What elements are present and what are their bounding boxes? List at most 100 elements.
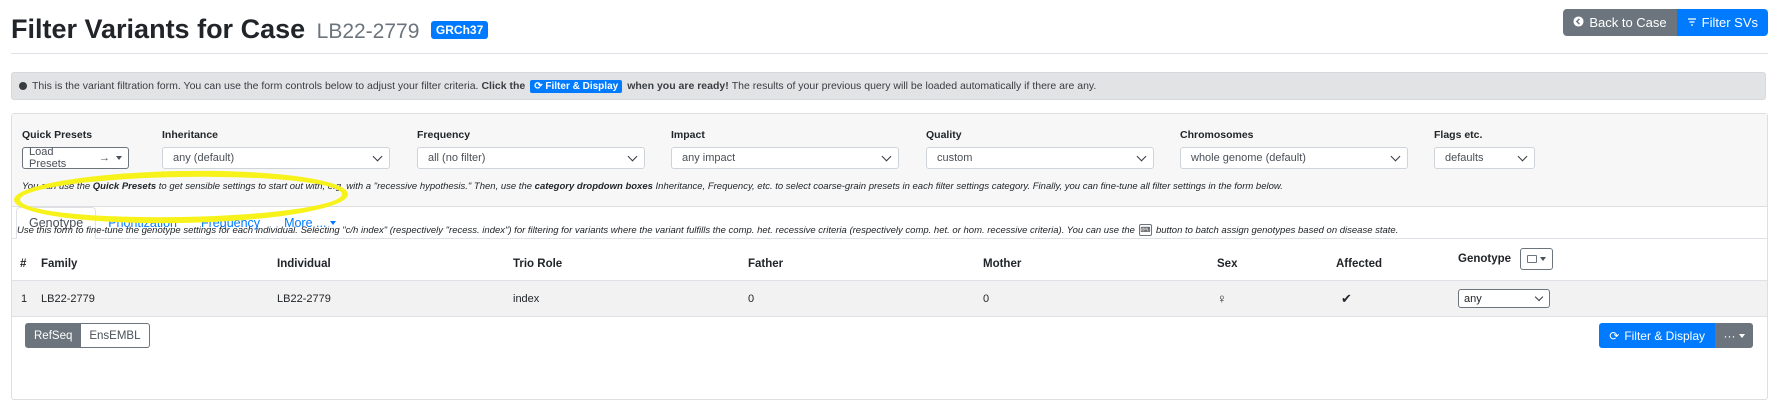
alert-text-1: This is the variant filtration form. You… xyxy=(32,80,479,92)
filter-display-group: ⟳ Filter & Display ··· xyxy=(1599,323,1753,348)
inheritance-select[interactable]: any (default) xyxy=(162,147,390,169)
col-family: Family xyxy=(41,257,78,270)
back-to-case-label: Back to Case xyxy=(1589,15,1667,30)
genome-build-badge: GRCh37 xyxy=(430,21,489,39)
presets-help-a: You can use the xyxy=(22,181,91,192)
inheritance-label: Inheritance xyxy=(162,129,219,141)
filter-display-label: Filter & Display xyxy=(1624,328,1705,343)
info-icon xyxy=(19,82,27,90)
flags-group: Flags etc. defaults xyxy=(1434,129,1535,169)
col-genotype: Genotype xyxy=(1458,242,1554,275)
chevron-down-icon xyxy=(1517,151,1528,162)
quick-presets-group: Quick Presets Load Presets → xyxy=(22,129,129,170)
impact-group: Impact any impact xyxy=(671,129,899,169)
chevron-down-icon xyxy=(881,151,892,162)
frequency-label: Frequency xyxy=(417,129,471,141)
page-title-text: Filter Variants for Case xyxy=(11,14,306,44)
row-num: 1 xyxy=(21,292,28,305)
chromosomes-label: Chromosomes xyxy=(1180,129,1254,141)
flags-select[interactable]: defaults xyxy=(1434,147,1535,169)
check-icon: ✔ xyxy=(1341,290,1352,306)
col-genotype-label: Genotype xyxy=(1458,252,1512,265)
inheritance-group: Inheritance any (default) xyxy=(162,129,390,169)
impact-label: Impact xyxy=(671,129,705,141)
col-mother: Mother xyxy=(983,257,1022,270)
genotype-help-before: Use this form to fine-tune the genotype … xyxy=(17,224,1135,236)
genotype-table-header: # Family Individual Trio Role Father Mot… xyxy=(12,247,1767,282)
chromosomes-value: whole genome (default) xyxy=(1191,152,1306,164)
transcript-db-toggle: RefSeq EnsEMBL xyxy=(25,323,150,348)
filter-svs-button[interactable]: Filter SVs xyxy=(1676,9,1768,36)
filter-form-card: Quick Presets Load Presets → Inheritance… xyxy=(11,113,1768,400)
frequency-value: all (no filter) xyxy=(428,152,486,164)
row-father: 0 xyxy=(748,292,755,305)
row-individual: LB22-2779 xyxy=(277,292,331,305)
col-individual: Individual xyxy=(277,257,331,270)
row-family: LB22-2779 xyxy=(41,292,95,305)
genotype-value: any xyxy=(1464,292,1482,305)
load-presets-button[interactable]: Load Presets → xyxy=(22,146,129,170)
female-icon: ♀ xyxy=(1217,291,1227,306)
chevron-down-icon xyxy=(372,151,383,162)
presets-help-e: Inheritance, Frequency, etc. to select c… xyxy=(655,181,1283,192)
arrow-circle-left-icon xyxy=(1573,9,1584,36)
flags-label: Flags etc. xyxy=(1434,129,1483,141)
presets-help-d: category dropdown boxes xyxy=(534,181,653,192)
alert-when-ready: when you are ready! xyxy=(627,80,729,92)
load-presets-label: Load Presets xyxy=(29,146,67,170)
quality-select[interactable]: custom xyxy=(926,147,1154,169)
keyboard-icon: ⌨ xyxy=(1138,224,1152,236)
ellipsis-icon: ··· xyxy=(1723,328,1736,343)
presets-help-text: You can use the Quick Presets to get sen… xyxy=(22,181,1283,192)
arrow-right-icon: → xyxy=(99,152,110,164)
quality-group: Quality custom xyxy=(926,129,1154,169)
chevron-down-icon xyxy=(1390,151,1401,162)
presets-help-b: Quick Presets xyxy=(92,181,157,192)
refseq-button[interactable]: RefSeq xyxy=(25,323,82,348)
alert-filter-display-label: Filter & Display xyxy=(545,80,619,92)
page-header: Filter Variants for Case LB22-2779 GRCh3… xyxy=(11,8,1768,52)
quality-value: custom xyxy=(937,152,973,164)
col-sex: Sex xyxy=(1217,257,1238,270)
caret-down-icon xyxy=(1540,256,1547,261)
keyboard-icon xyxy=(1527,254,1538,263)
impact-select[interactable]: any impact xyxy=(671,147,899,169)
col-trio-role: Trio Role xyxy=(513,257,563,270)
filter-display-button[interactable]: ⟳ Filter & Display xyxy=(1599,323,1715,348)
back-to-case-button[interactable]: Back to Case xyxy=(1563,9,1677,36)
col-father: Father xyxy=(748,257,784,270)
presets-help-c: to get sensible settings to start out wi… xyxy=(158,181,533,192)
col-num: # xyxy=(20,257,27,270)
frequency-select[interactable]: all (no filter) xyxy=(417,147,645,169)
chevron-down-icon xyxy=(627,151,638,162)
table-row: 1 LB22-2779 LB22-2779 index 0 0 ♀ ✔ any xyxy=(12,281,1767,317)
ensembl-button[interactable]: EnsEMBL xyxy=(81,323,150,348)
refresh-icon: ⟳ xyxy=(1609,328,1620,343)
chromosomes-select[interactable]: whole genome (default) xyxy=(1180,147,1408,169)
header-divider xyxy=(11,53,1768,54)
impact-value: any impact xyxy=(682,152,736,164)
caret-down-icon xyxy=(116,156,122,160)
info-alert: This is the variant filtration form. You… xyxy=(11,72,1766,100)
alert-text-2: The results of your previous query will … xyxy=(731,80,1097,92)
chevron-down-icon xyxy=(1136,151,1147,162)
filter-icon xyxy=(1687,9,1697,36)
genotype-select[interactable]: any xyxy=(1458,289,1550,308)
frequency-group: Frequency all (no filter) xyxy=(417,129,645,169)
col-affected: Affected xyxy=(1336,257,1383,270)
presets-bar: Quick Presets Load Presets → Inheritance… xyxy=(12,114,1767,207)
genotype-help: Use this form to fine-tune the genotype … xyxy=(17,224,1398,236)
inheritance-value: any (default) xyxy=(173,152,235,164)
quick-presets-label: Quick Presets xyxy=(22,129,93,141)
case-name: LB22-2779 xyxy=(316,20,420,43)
filter-svs-label: Filter SVs xyxy=(1701,15,1758,30)
batch-genotype-button[interactable] xyxy=(1520,247,1554,270)
card-footer: RefSeq EnsEMBL ⟳ Filter & Display ··· xyxy=(12,323,1767,399)
genotype-help-after: button to batch assign genotypes based o… xyxy=(1155,224,1399,236)
alert-click-the: Click the xyxy=(481,80,526,92)
page-title: Filter Variants for Case LB22-2779 GRCh3… xyxy=(11,14,489,45)
more-actions-button[interactable]: ··· xyxy=(1715,323,1753,348)
row-trio-role: index xyxy=(513,292,540,305)
quality-label: Quality xyxy=(926,129,962,141)
flags-value: defaults xyxy=(1445,152,1484,164)
